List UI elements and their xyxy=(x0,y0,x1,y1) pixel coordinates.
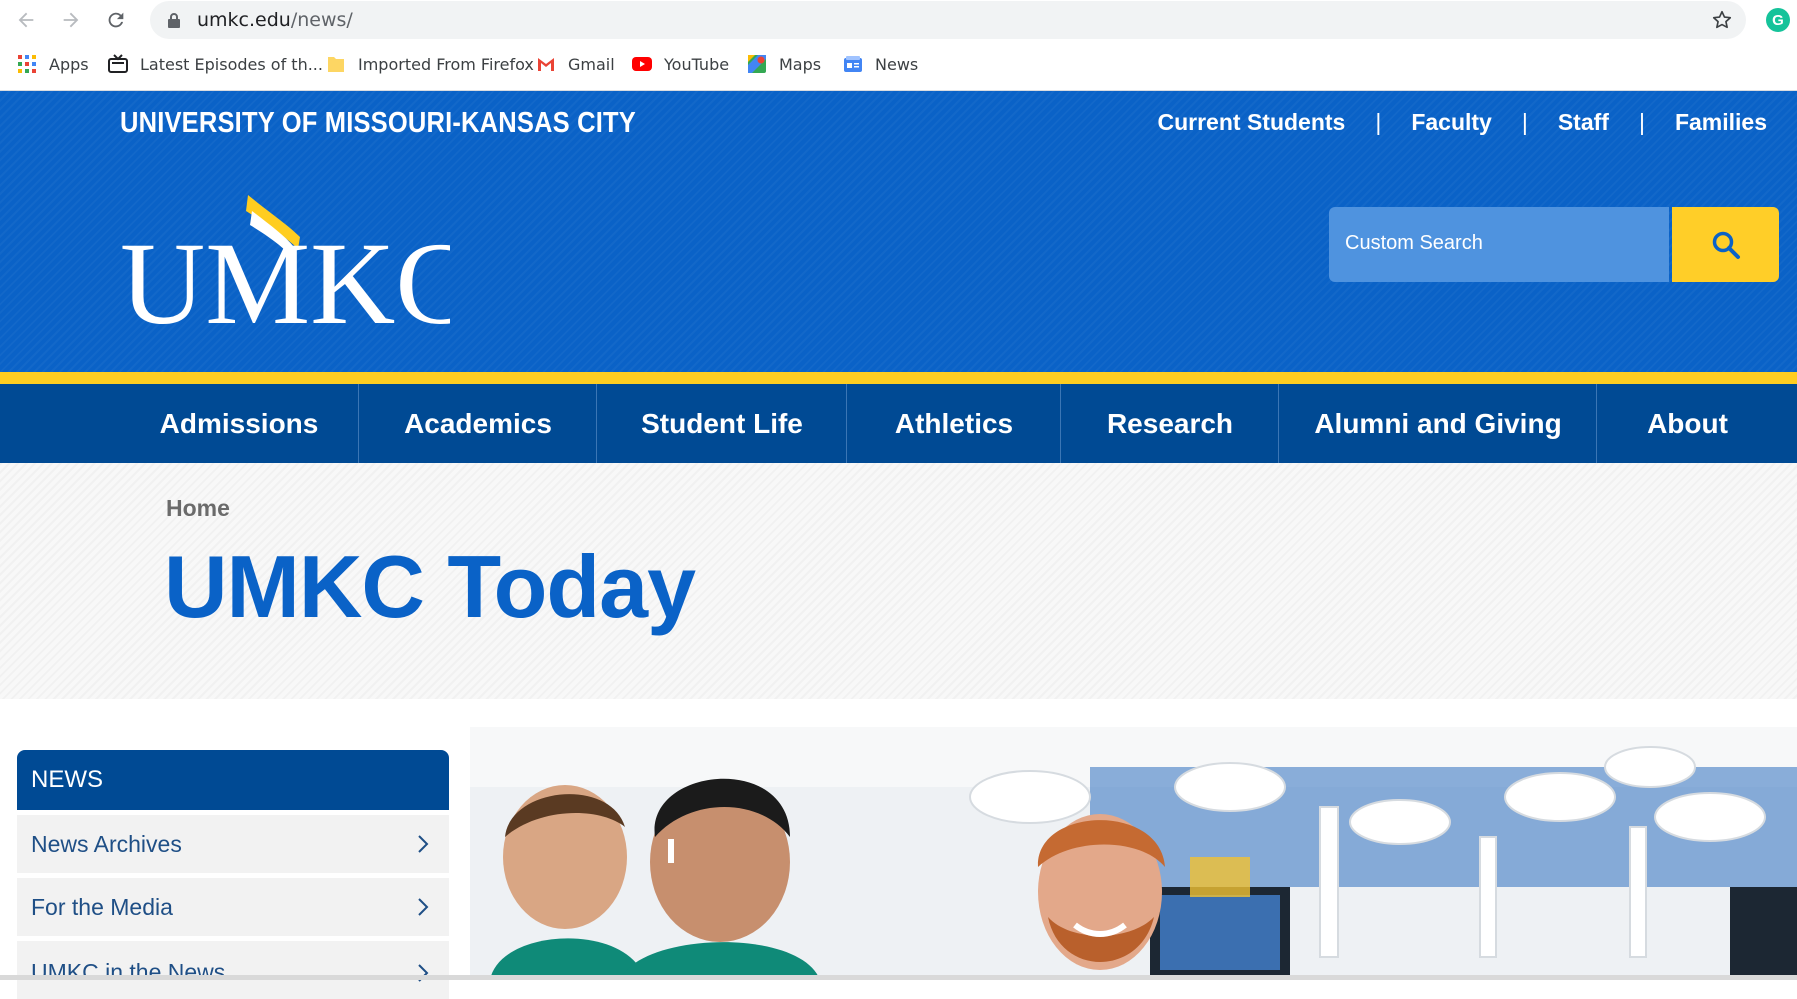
gold-divider xyxy=(0,372,1797,384)
bookmarks-bar: Apps Latest Episodes of th... Imported F… xyxy=(0,50,1797,78)
bookmark-youtube[interactable]: YouTube xyxy=(632,50,729,78)
audience-separator: | xyxy=(1521,109,1528,135)
news-icon xyxy=(843,54,863,74)
umkc-logo[interactable]: UMKC xyxy=(120,191,450,331)
nav-research[interactable]: Research xyxy=(1060,384,1279,463)
bookmark-maps[interactable]: Maps xyxy=(747,50,821,78)
search-button[interactable] xyxy=(1672,207,1779,282)
svg-text:UMKC: UMKC xyxy=(120,218,450,331)
site-header: UNIVERSITY OF MISSOURI-KANSAS CITY Curre… xyxy=(0,91,1797,372)
bookmark-label: Maps xyxy=(779,54,822,74)
bookmark-gmail[interactable]: Gmail xyxy=(536,50,615,78)
breadcrumb-home[interactable]: Home xyxy=(166,495,230,522)
url-path: /news/ xyxy=(290,9,353,31)
bookmark-apps[interactable]: Apps xyxy=(17,50,89,78)
bookmark-label: Latest Episodes of th... xyxy=(140,54,323,74)
forward-arrow-icon xyxy=(63,12,79,28)
back-button[interactable] xyxy=(12,6,40,34)
audience-nav: Current Students | Faculty | Staff | Fam… xyxy=(1158,109,1768,136)
side-nav-label: News Archives xyxy=(31,830,182,857)
browser-chrome: umkc.edu/news/ G Apps Latest Episodes of… xyxy=(0,0,1797,91)
youtube-icon xyxy=(632,54,652,74)
page-bottom-rule xyxy=(0,975,1797,980)
nav-admissions[interactable]: Admissions xyxy=(120,384,358,463)
chevron-right-icon xyxy=(418,835,429,853)
lock-icon xyxy=(168,13,180,28)
address-bar[interactable]: umkc.edu/news/ xyxy=(150,1,1746,39)
audience-link-staff[interactable]: Staff xyxy=(1558,109,1609,136)
nav-athletics[interactable]: Athletics xyxy=(846,384,1061,463)
audience-separator: | xyxy=(1638,109,1645,135)
url-text: umkc.edu/news/ xyxy=(197,9,353,31)
bookmark-latest-episodes[interactable]: Latest Episodes of th... xyxy=(108,50,323,78)
bookmark-label: Gmail xyxy=(568,54,615,74)
bookmark-star-icon[interactable] xyxy=(1711,9,1733,31)
side-nav-for-the-media[interactable]: For the Media xyxy=(17,878,449,936)
grammarly-extension-icon[interactable]: G xyxy=(1766,8,1790,32)
side-nav-label: For the Media xyxy=(31,893,173,920)
bookmark-news[interactable]: News xyxy=(843,50,918,78)
nav-academics[interactable]: Academics xyxy=(358,384,597,463)
side-nav-label: UMKC in the News xyxy=(31,959,226,985)
forward-button[interactable] xyxy=(57,6,85,34)
featured-news-photo[interactable] xyxy=(470,727,1797,980)
chevron-right-icon xyxy=(418,964,429,982)
page-hero: Home UMKC Today xyxy=(0,463,1797,699)
bookmark-label: News xyxy=(875,54,919,74)
tv-icon xyxy=(108,54,128,74)
side-nav-news-archives[interactable]: News Archives xyxy=(17,815,449,873)
bookmark-label: YouTube xyxy=(664,54,730,74)
bookmark-label: Imported From Firefox xyxy=(358,54,534,74)
search-icon xyxy=(1712,231,1740,259)
nav-student-life[interactable]: Student Life xyxy=(596,384,847,463)
reload-button[interactable] xyxy=(102,6,130,34)
reload-icon xyxy=(108,12,124,28)
news-side-nav: NEWS News Archives For the Media UMKC in… xyxy=(17,750,449,999)
nav-about[interactable]: About xyxy=(1596,384,1778,463)
url-host: umkc.edu xyxy=(197,9,291,31)
university-name-link[interactable]: UNIVERSITY OF MISSOURI-KANSAS CITY xyxy=(120,107,636,140)
bookmark-label: Apps xyxy=(49,54,89,74)
audience-link-faculty[interactable]: Faculty xyxy=(1411,109,1492,136)
audience-separator: | xyxy=(1375,109,1382,135)
side-nav-heading[interactable]: NEWS xyxy=(17,750,449,810)
audience-link-current-students[interactable]: Current Students xyxy=(1158,109,1346,136)
main-navigation: Admissions Academics Student Life Athlet… xyxy=(0,384,1797,463)
nav-alumni-and-giving[interactable]: Alumni and Giving xyxy=(1278,384,1597,463)
gmail-icon xyxy=(536,54,556,74)
chevron-right-icon xyxy=(418,898,429,916)
custom-search-field[interactable] xyxy=(1329,207,1669,282)
dental-students-image xyxy=(470,727,1797,980)
page-title: UMKC Today xyxy=(164,537,696,636)
apps-grid-icon xyxy=(17,54,37,74)
folder-icon xyxy=(326,54,346,74)
side-nav-umkc-in-the-news[interactable]: UMKC in the News xyxy=(17,941,449,999)
bookmark-imported-firefox[interactable]: Imported From Firefox xyxy=(326,50,534,78)
maps-icon xyxy=(747,54,767,74)
audience-link-families[interactable]: Families xyxy=(1675,109,1767,136)
back-arrow-icon xyxy=(18,12,34,28)
search-input[interactable] xyxy=(1343,231,1657,256)
